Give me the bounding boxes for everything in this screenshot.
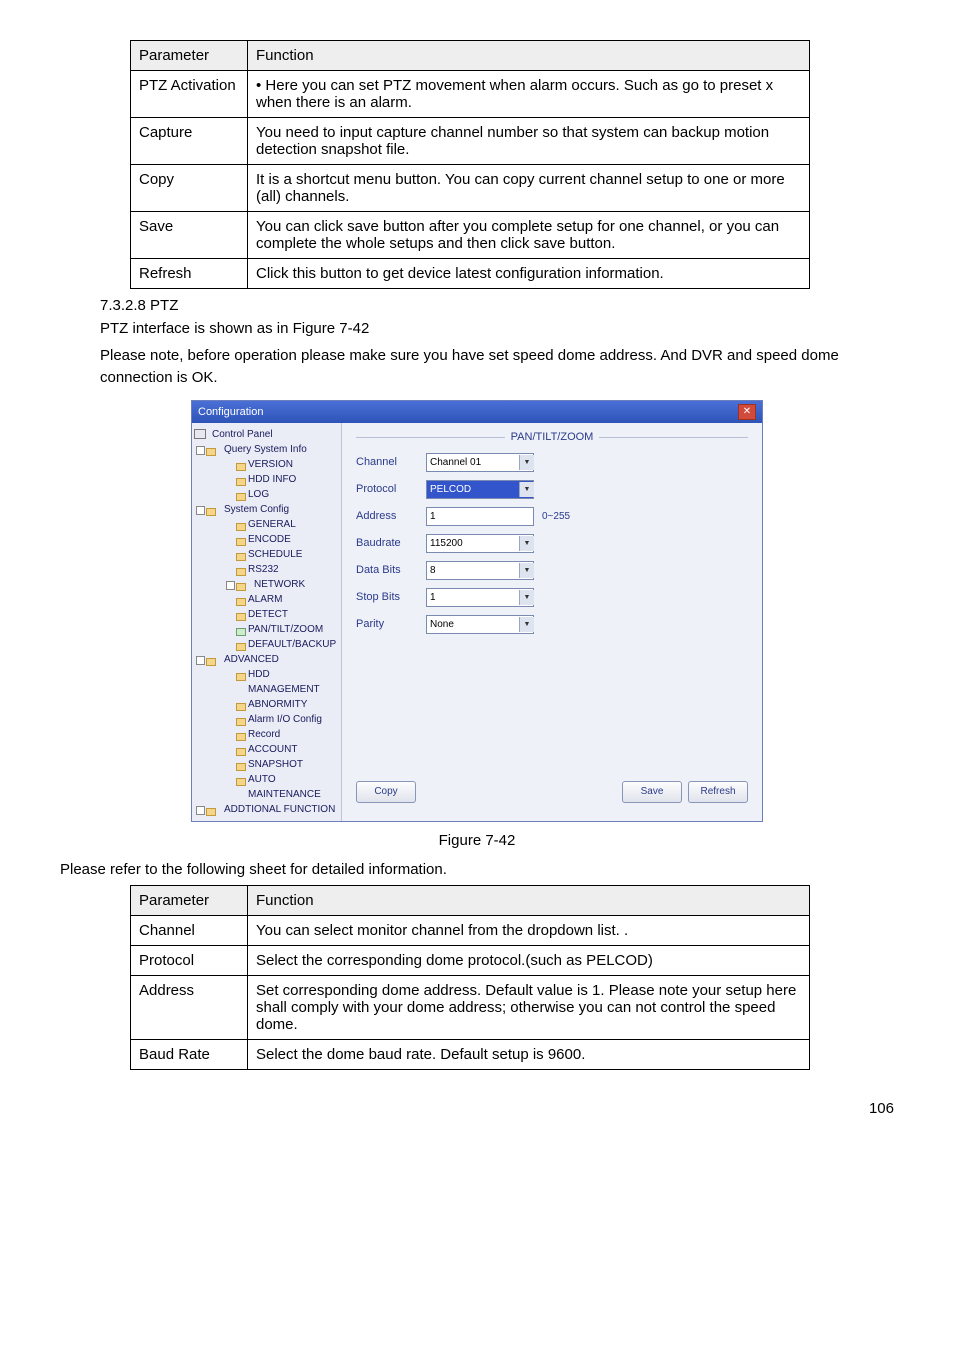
chevron-down-icon: ▼ bbox=[519, 455, 534, 470]
label-address: Address bbox=[356, 510, 426, 522]
row-baudrate: Baudrate 115200▼ bbox=[356, 534, 748, 553]
control-panel-icon bbox=[194, 429, 206, 439]
tree-item-active[interactable]: PAN/TILT/ZOOM bbox=[234, 622, 339, 637]
channel-select[interactable]: Channel 01▼ bbox=[426, 453, 534, 472]
tree-item[interactable]: Record bbox=[234, 727, 339, 742]
tree-root[interactable]: Control Panel bbox=[194, 427, 339, 442]
chevron-down-icon: ▼ bbox=[519, 617, 534, 632]
nav-tree: Control Panel Query System Info VERSION … bbox=[192, 423, 342, 821]
save-button[interactable]: Save bbox=[622, 781, 682, 803]
tree-item[interactable]: ALARM bbox=[234, 592, 339, 607]
tree-item[interactable]: SNAPSHOT bbox=[234, 757, 339, 772]
tree-item[interactable]: Alarm I/O Config bbox=[234, 712, 339, 727]
tree-item[interactable]: ABNORMITY bbox=[234, 697, 339, 712]
label-baudrate: Baudrate bbox=[356, 537, 426, 549]
page-number: 106 bbox=[60, 1100, 894, 1117]
tree-item[interactable]: VERSION bbox=[234, 457, 339, 472]
window-titlebar: Configuration ✕ bbox=[192, 401, 762, 423]
label-protocol: Protocol bbox=[356, 483, 426, 495]
row-parity: Parity None▼ bbox=[356, 615, 748, 634]
body-paragraph: PTZ interface is shown as in Figure 7-42 bbox=[100, 318, 894, 341]
tree-item[interactable]: RS232 bbox=[234, 562, 339, 577]
body-paragraph: Please refer to the following sheet for … bbox=[60, 859, 894, 882]
form-panel: PAN/TILT/ZOOM Channel Channel 01▼ Protoc… bbox=[342, 423, 762, 821]
close-icon[interactable]: ✕ bbox=[738, 404, 756, 420]
tree-group-advanced[interactable]: ADVANCED HDD MANAGEMENT ABNORMITY Alarm … bbox=[204, 652, 339, 802]
tree-item[interactable]: SCHEDULE bbox=[234, 547, 339, 562]
tree-item[interactable]: ENCODE bbox=[234, 532, 339, 547]
fieldset-title: PAN/TILT/ZOOM bbox=[356, 431, 748, 443]
tree-item[interactable]: AUTO MAINTENANCE bbox=[234, 772, 339, 802]
table-row: ProtocolSelect the corresponding dome pr… bbox=[131, 946, 810, 976]
row-channel: Channel Channel 01▼ bbox=[356, 453, 748, 472]
refresh-button[interactable]: Refresh bbox=[688, 781, 748, 803]
tree-item[interactable]: DETECT bbox=[234, 607, 339, 622]
table-row: RefreshClick this button to get device l… bbox=[131, 259, 810, 289]
databits-select[interactable]: 8▼ bbox=[426, 561, 534, 580]
table-row: AddressSet corresponding dome address. D… bbox=[131, 976, 810, 1040]
address-input[interactable]: 1 bbox=[426, 507, 534, 526]
table-row: CopyIt is a shortcut menu button. You ca… bbox=[131, 165, 810, 212]
table-row: ChannelYou can select monitor channel fr… bbox=[131, 916, 810, 946]
chevron-down-icon: ▼ bbox=[519, 563, 534, 578]
protocol-select[interactable]: PELCOD▼ bbox=[426, 480, 534, 499]
row-databits: Data Bits 8▼ bbox=[356, 561, 748, 580]
body-paragraph: Please note, before operation please mak… bbox=[100, 345, 894, 390]
tree-item[interactable]: NETWORK bbox=[234, 577, 339, 592]
tree-item[interactable]: GENERAL bbox=[234, 517, 339, 532]
table-row: SaveYou can click save button after you … bbox=[131, 212, 810, 259]
tree-item[interactable]: HDD INFO bbox=[234, 472, 339, 487]
tree-group-query[interactable]: Query System Info VERSION HDD INFO LOG bbox=[204, 442, 339, 502]
stopbits-select[interactable]: 1▼ bbox=[426, 588, 534, 607]
tree-item[interactable]: ACCOUNT bbox=[234, 742, 339, 757]
tree-item[interactable]: HDD MANAGEMENT bbox=[234, 667, 339, 697]
label-databits: Data Bits bbox=[356, 564, 426, 576]
table-row: PTZ Activation• Here you can set PTZ mov… bbox=[131, 71, 810, 118]
parameter-table-1: Parameter Function PTZ Activation• Here … bbox=[130, 40, 810, 289]
row-address: Address 1 0~255 bbox=[356, 507, 748, 526]
label-parity: Parity bbox=[356, 618, 426, 630]
window-title: Configuration bbox=[198, 406, 263, 418]
section-heading: 7.3.2.8 PTZ bbox=[100, 297, 894, 314]
col-parameter: Parameter bbox=[131, 41, 248, 71]
configuration-window: Configuration ✕ Control Panel Query Syst… bbox=[191, 400, 763, 822]
tree-item[interactable]: DEFAULT/BACKUP bbox=[234, 637, 339, 652]
chevron-down-icon: ▼ bbox=[519, 590, 534, 605]
table-row: Baud RateSelect the dome baud rate. Defa… bbox=[131, 1040, 810, 1070]
copy-button[interactable]: Copy bbox=[356, 781, 416, 803]
chevron-down-icon: ▼ bbox=[519, 482, 534, 497]
label-stopbits: Stop Bits bbox=[356, 591, 426, 603]
parameter-table-2: Parameter Function ChannelYou can select… bbox=[130, 885, 810, 1070]
row-stopbits: Stop Bits 1▼ bbox=[356, 588, 748, 607]
address-hint: 0~255 bbox=[542, 511, 570, 522]
col-function: Function bbox=[248, 41, 810, 71]
tree-group-additional[interactable]: ADDTIONAL FUNCTION bbox=[204, 802, 339, 817]
col-parameter: Parameter bbox=[131, 886, 248, 916]
table-row: CaptureYou need to input capture channel… bbox=[131, 118, 810, 165]
baudrate-select[interactable]: 115200▼ bbox=[426, 534, 534, 553]
tree-item[interactable]: LOG bbox=[234, 487, 339, 502]
chevron-down-icon: ▼ bbox=[519, 536, 534, 551]
label-channel: Channel bbox=[356, 456, 426, 468]
figure-caption: Figure 7-42 bbox=[60, 832, 894, 849]
col-function: Function bbox=[248, 886, 810, 916]
parity-select[interactable]: None▼ bbox=[426, 615, 534, 634]
row-protocol: Protocol PELCOD▼ bbox=[356, 480, 748, 499]
tree-group-system[interactable]: System Config GENERAL ENCODE SCHEDULE RS… bbox=[204, 502, 339, 652]
